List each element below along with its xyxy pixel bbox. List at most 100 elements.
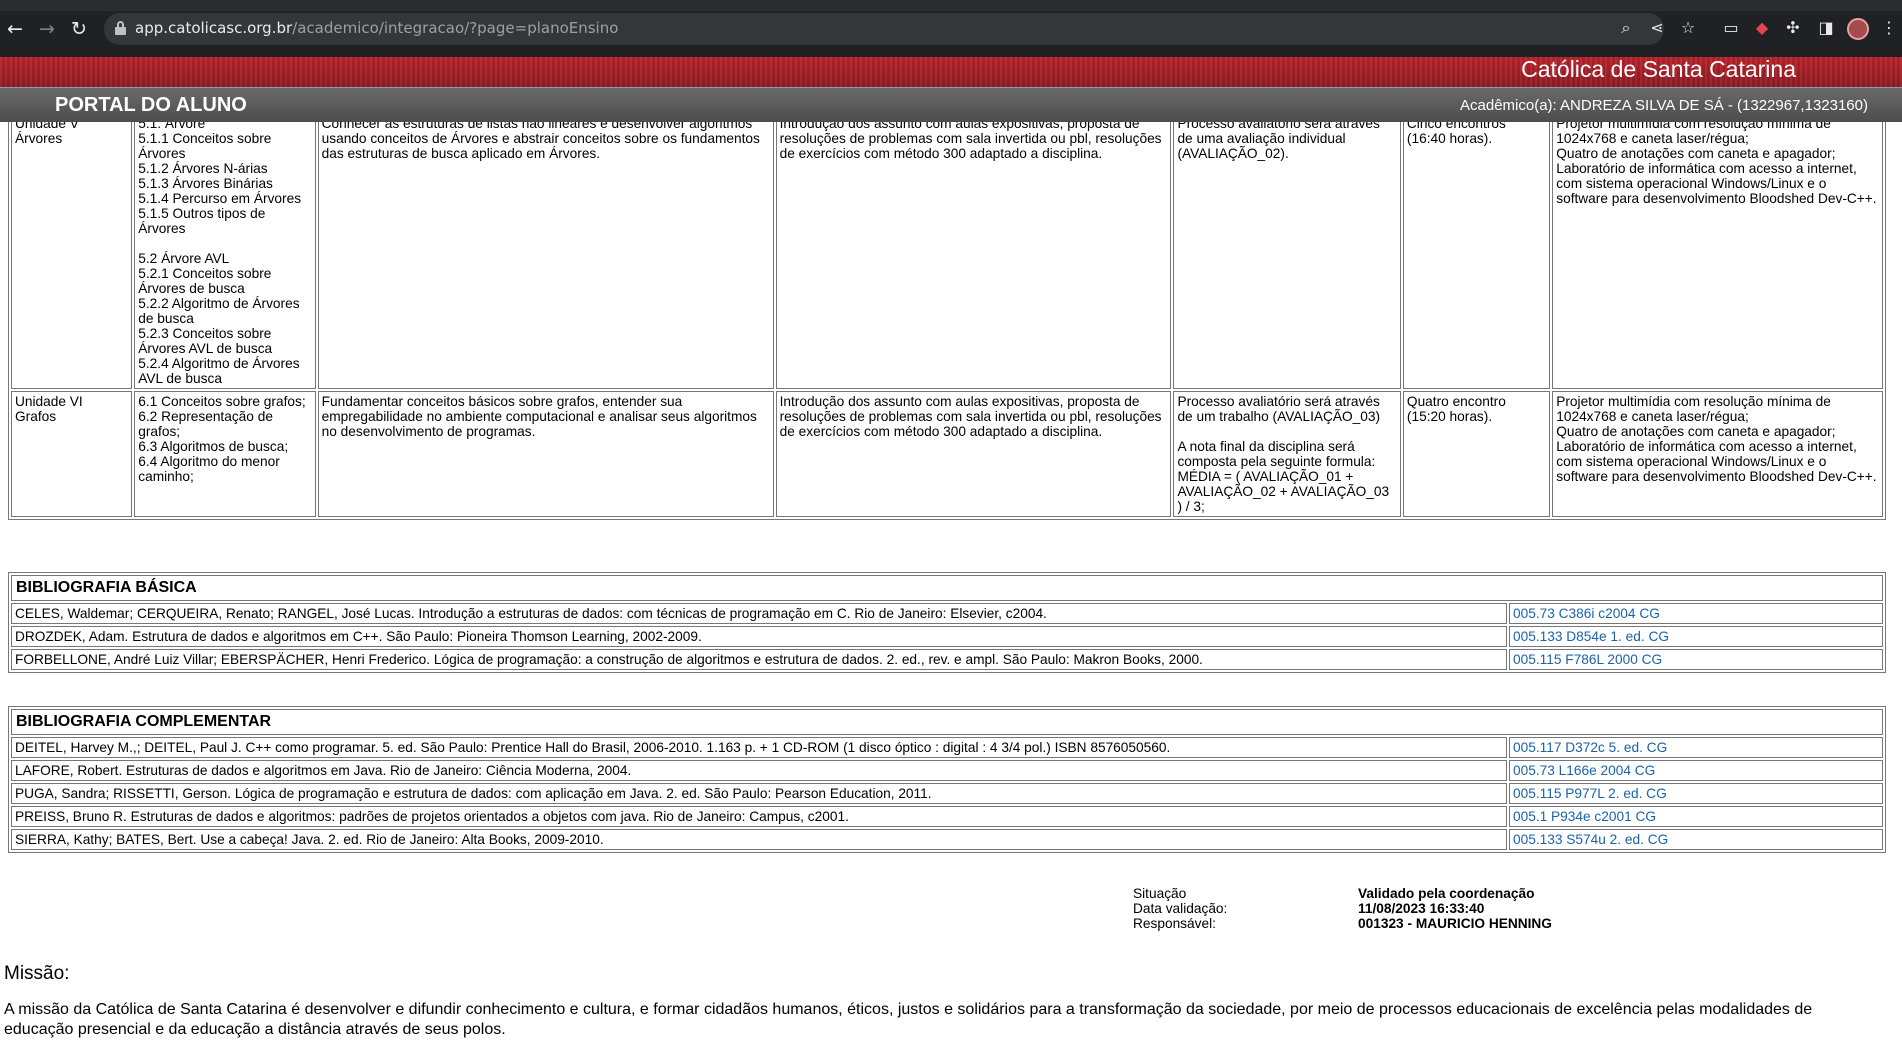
extension-red-icon[interactable]: ◆: [1751, 17, 1773, 39]
bibliography-reference: DROZDEK, Adam. Estrutura de dados e algo…: [11, 626, 1507, 647]
teaching-plan-table: Unidade V Árvores 5.1. Árvore 5.1.1 Conceit…: [8, 122, 1886, 520]
call-number-cell: 005.133 D854e 1. ed. CG: [1509, 626, 1883, 647]
text-line: 5.1.5 Outros tipos de Árvores: [138, 206, 266, 236]
call-number-link[interactable]: 005.73 C386i c2004 CG: [1513, 606, 1660, 621]
call-number-link[interactable]: 005.1 P934e c2001 CG: [1513, 809, 1656, 824]
objective-cell: Conhecer as estruturas de listas não lin…: [317, 122, 774, 389]
text-line: Árvores: [15, 131, 63, 146]
call-number-cell: 005.115 F786L 2000 CG: [1509, 649, 1883, 670]
text-line: 6.2 Representação de grafos;: [138, 409, 273, 439]
text-line: 5.2 Árvore AVL: [138, 251, 230, 266]
plan-row: Unidade VI Grafos 6.1 Conceitos sobre graf…: [11, 391, 1883, 517]
text-line: 5.2.1 Conceitos sobre Árvores de busca: [138, 266, 272, 296]
call-number-link[interactable]: 005.117 D372c 5. ed. CG: [1513, 740, 1667, 755]
main-content: Unidade V Árvores 5.1. Árvore 5.1.1 Conceit…: [0, 122, 1902, 1047]
call-number-cell: 005.117 D372c 5. ed. CG: [1509, 737, 1883, 758]
url-path: /academico/integracao/?page=planoEnsino: [292, 19, 619, 37]
call-number-cell: 005.73 C386i c2004 CG: [1509, 603, 1883, 624]
brand-name: Católica de Santa Catarina: [1521, 56, 1796, 82]
text-line: 5.1. Árvore: [138, 122, 206, 131]
text-line: Quatro de anotações com caneta e apagado…: [1556, 424, 1877, 484]
call-number-link[interactable]: 005.115 P977L 2. ed. CG: [1513, 786, 1667, 801]
bibliography-row: PREISS, Bruno R. Estruturas de dados e a…: [11, 806, 1883, 827]
content-cell: 6.1 Conceitos sobre grafos; 6.2 Represent…: [134, 391, 316, 517]
evaluation-block: Processo avaliatório será através de um …: [1177, 394, 1396, 424]
text-line: Processo avaliatório será através de um …: [1177, 394, 1381, 424]
evaluation-cell: Processo avaliatório será através de uma…: [1173, 122, 1401, 389]
call-number-link[interactable]: 005.133 S574u 2. ed. CG: [1513, 832, 1668, 847]
back-icon[interactable]: ←: [4, 18, 26, 40]
text-line: 5.1.4 Percurso em Árvores: [138, 191, 302, 206]
methodology-cell: Introdução dos assunto com aulas exposit…: [775, 122, 1172, 389]
complementary-bibliography-title: BIBLIOGRAFIA COMPLEMENTAR: [11, 709, 1883, 735]
bibliography-reference: PREISS, Bruno R. Estruturas de dados e a…: [11, 806, 1507, 827]
url-host: app.catolicasc.org.br: [135, 19, 293, 37]
complementary-bibliography-table: BIBLIOGRAFIA COMPLEMENTAR DEITEL, Harvey…: [8, 706, 1886, 853]
text-line: Processo avaliatório será através de uma…: [1177, 122, 1380, 161]
responsible-value: 001323 - MAURICIO HENNING: [1358, 916, 1552, 931]
menu-icon[interactable]: ⋮: [1878, 17, 1900, 39]
bibliography-row: CELES, Waldemar; CERQUEIRA, Renato; RANG…: [11, 603, 1883, 624]
forward-icon[interactable]: →: [36, 18, 58, 40]
basic-bibliography-title: BIBLIOGRAFIA BÁSICA: [11, 575, 1883, 601]
text-line: 5.2.2 Algoritmo de Árvores de busca: [138, 296, 300, 326]
bibliography-row: DEITEL, Harvey M.,; DEITEL, Paul J. C++ …: [11, 737, 1883, 758]
mission-title: Missão:: [4, 963, 70, 984]
workload-cell: Cinco encontros (16:40 horas).: [1402, 122, 1551, 389]
tab-strip: [0, 0, 1902, 11]
bibliography-row: LAFORE, Robert. Estruturas de dados e al…: [11, 760, 1883, 781]
methodology-cell: Introdução dos assunto com aulas exposit…: [775, 391, 1172, 517]
reload-icon[interactable]: ↻: [68, 18, 90, 40]
evaluation-block: A nota final da disciplina será composta…: [1177, 439, 1396, 514]
star-icon[interactable]: ☆: [1677, 17, 1699, 39]
call-number-cell: 005.73 L166e 2004 CG: [1509, 760, 1883, 781]
lock-icon[interactable]: [115, 21, 126, 35]
content-block: 6.1 Conceitos sobre grafos; 6.2 Represent…: [138, 394, 311, 484]
share-icon[interactable]: ⋖: [1646, 17, 1668, 39]
url-text[interactable]: app.catolicasc.org.br/academico/integrac…: [135, 19, 618, 37]
avatar[interactable]: [1847, 18, 1869, 40]
unit-cell: Unidade V Árvores: [11, 122, 133, 389]
call-number-link[interactable]: 005.133 D854e 1. ed. CG: [1513, 629, 1669, 644]
objective-cell: Fundamentar conceitos básicos sobre graf…: [317, 391, 774, 517]
sidepanel-icon[interactable]: ◨: [1815, 17, 1837, 39]
workload-cell: Quatro encontro (15:20 horas).: [1402, 391, 1551, 517]
bibliography-reference: DEITEL, Harvey M.,; DEITEL, Paul J. C++ …: [11, 737, 1507, 758]
evaluation-block: Processo avaliatório será através de uma…: [1177, 122, 1396, 161]
text-line: 5.1.2 Árvores N-árias: [138, 161, 268, 176]
text-line: Grafos: [15, 409, 57, 424]
validation-date-label: Data validação:: [1133, 901, 1228, 916]
content-block: 5.1. Árvore 5.1.1 Conceitos sobre Árvores…: [138, 122, 311, 236]
status-value: Validado pela coordenação: [1358, 886, 1535, 901]
call-number-cell: 005.133 S574u 2. ed. CG: [1509, 829, 1883, 850]
call-number-cell: 005.1 P934e c2001 CG: [1509, 806, 1883, 827]
text-line: 6.4 Algoritmo do menor caminho;: [138, 454, 280, 484]
portal-title: PORTAL DO ALUNO: [55, 94, 247, 116]
bibliography-row: FORBELLONE, André Luiz Villar; EBERSPÄCH…: [11, 649, 1883, 670]
responsible-label: Responsável:: [1133, 916, 1216, 931]
text-line: MÉDIA = ( AVALIAÇÃO_01 + AVALIAÇÃO_02 + …: [1177, 469, 1390, 514]
evaluation-cell: Processo avaliatório será através de um …: [1173, 391, 1401, 517]
text-line: 6.3 Algoritmos de busca;: [138, 439, 289, 454]
resources-cell: Projetor multimídia com resolução mínima…: [1552, 391, 1883, 517]
call-number-link[interactable]: 005.115 F786L 2000 CG: [1513, 652, 1662, 667]
basic-bibliography-table: BIBLIOGRAFIA BÁSICA CELES, Waldemar; CER…: [8, 572, 1886, 673]
puzzle-icon[interactable]: ✣: [1782, 17, 1804, 39]
mission-text: A missão da Católica de Santa Catarina é…: [4, 1001, 1813, 1038]
bibliography-reference: PUGA, Sandra; RISSETTI, Gerson. Lógica d…: [11, 783, 1507, 804]
text-line: Unidade V: [15, 122, 79, 131]
status-label: Situação: [1133, 886, 1187, 901]
bibliography-row: SIERRA, Kathy; BATES, Bert. Use a cabeça…: [11, 829, 1883, 850]
call-number-link[interactable]: 005.73 L166e 2004 CG: [1513, 763, 1655, 778]
academic-info: Acadêmico(a): ANDREZA SILVA DE SÁ - (132…: [1460, 97, 1868, 114]
unit-cell: Unidade VI Grafos: [11, 391, 133, 517]
bibliography-row: DROZDEK, Adam. Estrutura de dados e algo…: [11, 626, 1883, 647]
text-line: 5.1.1 Conceitos sobre Árvores: [138, 131, 272, 161]
text-line: Unidade VI: [15, 394, 83, 409]
text-line: 5.2.3 Conceitos sobre Árvores AVL de bus…: [138, 326, 273, 356]
text-line: 5.2.4 Algoritmo de Árvores AVL de busca: [138, 356, 300, 386]
text-line: Projetor multimídia com resolução mínima…: [1556, 394, 1831, 424]
zoom-icon[interactable]: ⌕: [1615, 17, 1637, 39]
cast-icon[interactable]: ▭: [1720, 17, 1742, 39]
text-line: 6.1 Conceitos sobre grafos;: [138, 394, 306, 409]
